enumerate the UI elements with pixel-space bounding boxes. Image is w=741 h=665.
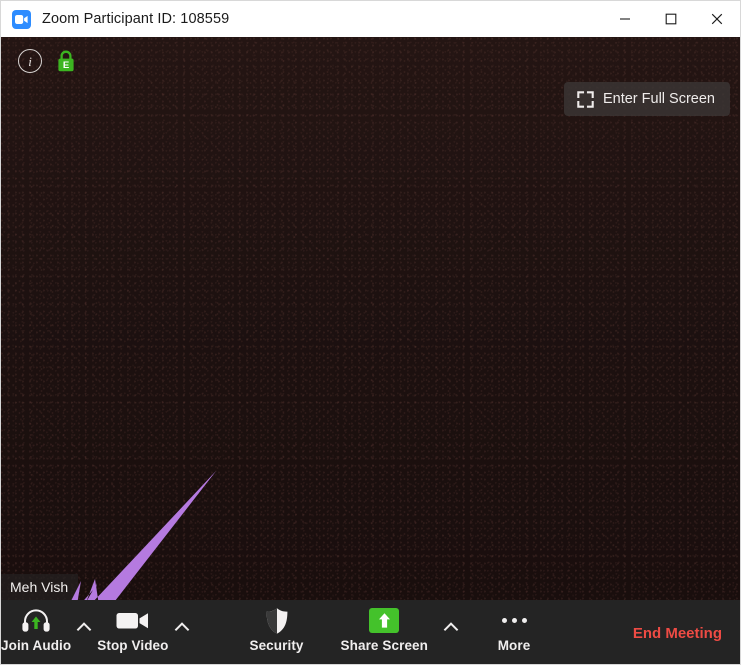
fullscreen-corners-icon: [577, 91, 594, 108]
meeting-toolbar: Join Audio Stop Video: [1, 600, 740, 664]
share-screen-group: Share Screen: [341, 600, 465, 664]
zoom-video-icon: [12, 10, 31, 29]
security-button[interactable]: Security: [247, 600, 307, 653]
ellipsis-dot: [522, 618, 527, 623]
stage-status-icons: i E: [18, 49, 76, 73]
ellipsis-dot: [502, 618, 507, 623]
join-audio-label: Join Audio: [1, 638, 71, 653]
share-screen-up-arrow-icon: [369, 606, 399, 635]
maximize-icon[interactable]: [648, 1, 694, 37]
ellipsis-icon: [502, 606, 527, 635]
more-label: More: [498, 638, 531, 653]
video-feed: [1, 37, 740, 600]
share-screen-label: Share Screen: [341, 638, 429, 653]
enter-full-screen-label: Enter Full Screen: [603, 91, 715, 107]
close-icon[interactable]: [694, 1, 740, 37]
stop-video-label: Stop Video: [97, 638, 168, 653]
meeting-info-icon[interactable]: i: [18, 49, 42, 73]
window-controls: [602, 1, 740, 37]
more-group: More: [484, 600, 544, 664]
stop-video-group: Stop Video: [97, 600, 194, 664]
enter-full-screen-button[interactable]: Enter Full Screen: [564, 82, 730, 116]
shield-icon: [265, 606, 289, 635]
security-label: Security: [249, 638, 303, 653]
headset-join-audio-icon: [21, 606, 51, 635]
ellipsis-dot: [512, 618, 517, 623]
zoom-meeting-window: Zoom Participant ID: 108559: [0, 0, 741, 665]
minimize-icon[interactable]: [602, 1, 648, 37]
join-audio-button[interactable]: Join Audio: [1, 600, 71, 653]
video-options-chevron-up-icon[interactable]: [169, 600, 195, 650]
participant-name-badge: Meh Vish: [1, 574, 78, 600]
encryption-lock-icon[interactable]: E: [56, 49, 76, 73]
join-audio-group: Join Audio: [1, 600, 97, 664]
security-group: Security: [247, 600, 307, 664]
more-button[interactable]: More: [484, 600, 544, 653]
video-stage: i E Enter Full Screen Meh Vish: [1, 37, 740, 600]
window-title: Zoom Participant ID: 108559: [42, 11, 229, 27]
end-meeting-button[interactable]: End Meeting: [633, 625, 740, 642]
stop-video-button[interactable]: Stop Video: [97, 600, 168, 653]
titlebar: Zoom Participant ID: 108559: [1, 1, 740, 37]
audio-options-chevron-up-icon[interactable]: [71, 600, 97, 650]
video-camera-icon: [116, 606, 149, 635]
svg-text:E: E: [63, 60, 69, 71]
titlebar-left: Zoom Participant ID: 108559: [1, 10, 602, 29]
share-options-chevron-up-icon[interactable]: [438, 600, 464, 650]
share-screen-button[interactable]: Share Screen: [341, 600, 429, 653]
